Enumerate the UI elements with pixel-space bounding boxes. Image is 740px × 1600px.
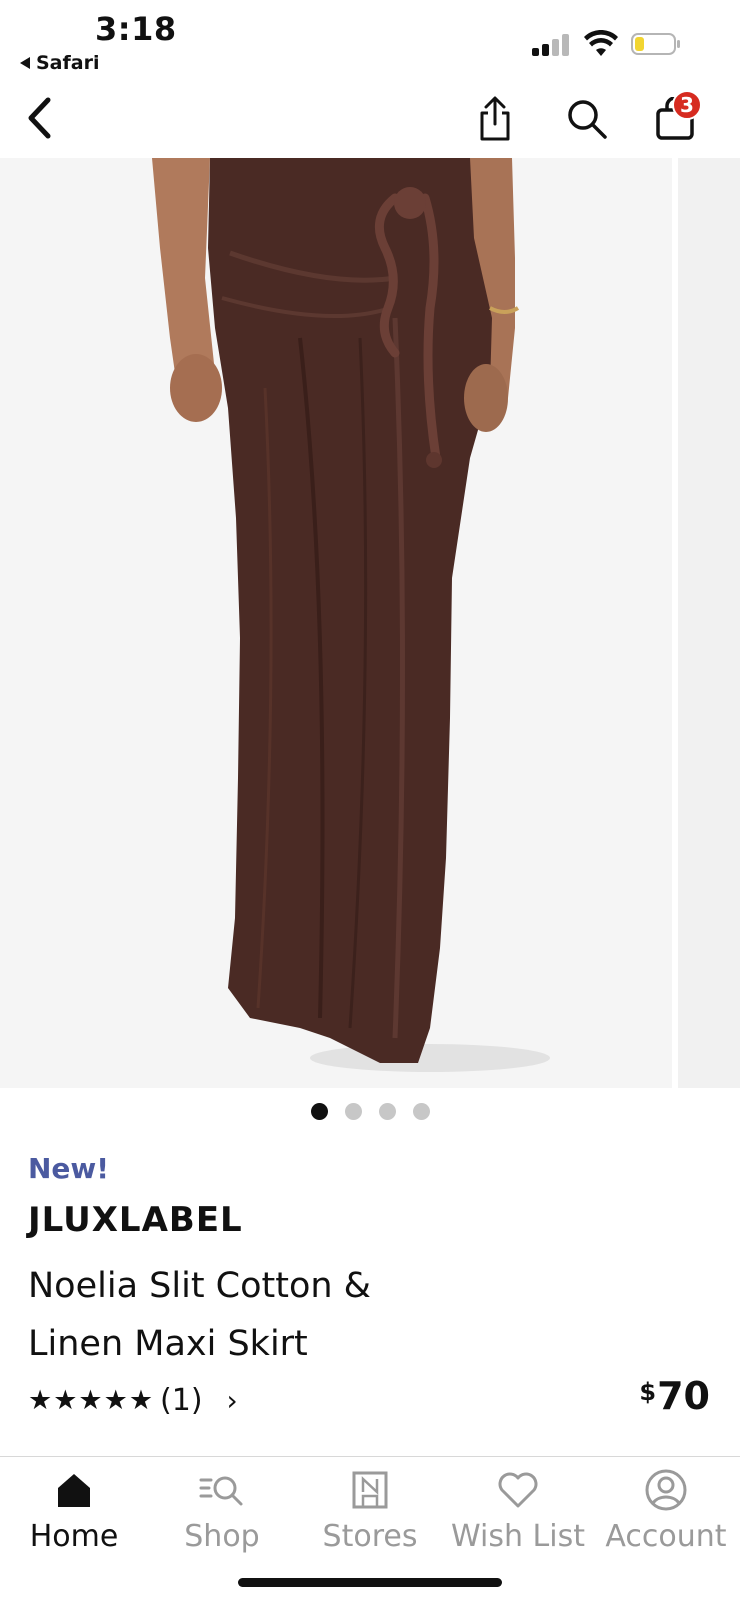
back-button[interactable] xyxy=(14,90,64,146)
search-button[interactable] xyxy=(562,92,612,146)
price-currency: $ xyxy=(639,1378,657,1406)
wifi-icon xyxy=(584,30,618,56)
cart-count-badge: 3 xyxy=(672,90,702,120)
rating-link[interactable]: ★★★★★ (1) › xyxy=(28,1380,238,1420)
share-button[interactable] xyxy=(470,92,520,146)
new-badge: New! xyxy=(28,1152,110,1185)
tab-wish-list[interactable]: Wish List xyxy=(444,1457,592,1567)
brand-name[interactable]: JLUXLABEL xyxy=(28,1200,243,1240)
product-price: $ 70 xyxy=(639,1374,710,1418)
home-indicator xyxy=(238,1578,502,1587)
status-bar: 3:18 Safari xyxy=(0,0,740,80)
chevron-left-icon xyxy=(28,97,51,139)
home-icon xyxy=(58,1474,90,1507)
gallery-pagination xyxy=(0,1103,740,1123)
pagination-dot-2[interactable] xyxy=(344,1103,362,1120)
tab-account-label: Account xyxy=(605,1519,727,1554)
back-triangle-icon xyxy=(20,57,30,69)
product-image-gallery[interactable] xyxy=(0,158,740,1088)
pagination-dot-4[interactable] xyxy=(412,1103,430,1120)
cellular-signal-icon xyxy=(532,34,572,56)
price-amount: 70 xyxy=(657,1374,710,1418)
tab-account[interactable]: Account xyxy=(592,1457,740,1567)
chevron-right-icon: › xyxy=(226,1383,238,1417)
account-icon xyxy=(645,1469,687,1511)
share-icon xyxy=(480,96,510,141)
battery-icon xyxy=(631,33,680,55)
tab-stores-label: Stores xyxy=(322,1519,418,1554)
product-detail-screen: 3:18 Safari 3 New! JLUXLABEL Noelia Slit… xyxy=(0,0,740,1600)
heart-icon xyxy=(498,1472,538,1508)
back-app-label: Safari xyxy=(36,52,100,74)
next-image-preview[interactable] xyxy=(672,158,740,1088)
shop-search-icon xyxy=(199,1476,243,1506)
pagination-dot-3[interactable] xyxy=(378,1103,396,1120)
tab-home[interactable]: Home xyxy=(0,1457,148,1567)
search-icon xyxy=(568,100,607,139)
product-image xyxy=(0,158,672,1088)
star-rating: ★★★★★ xyxy=(28,1384,155,1416)
back-to-safari-link[interactable]: Safari xyxy=(20,52,99,74)
product-title: Noelia Slit Cotton & Linen Maxi Skirt xyxy=(28,1266,371,1364)
pagination-dot-1[interactable] xyxy=(310,1103,328,1120)
tab-stores[interactable]: Stores xyxy=(296,1457,444,1567)
tab-shop[interactable]: Shop xyxy=(148,1457,296,1567)
nav-bar xyxy=(0,80,740,158)
review-count: (1) xyxy=(160,1382,203,1418)
status-time: 3:18 xyxy=(95,10,177,48)
tab-wish-list-label: Wish List xyxy=(451,1519,585,1554)
tab-home-label: Home xyxy=(29,1519,119,1554)
tab-shop-label: Shop xyxy=(184,1519,260,1554)
store-icon xyxy=(352,1471,388,1509)
